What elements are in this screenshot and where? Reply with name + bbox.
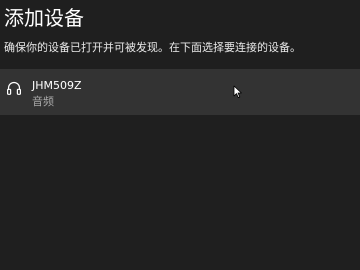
mouse-cursor-icon <box>233 84 243 98</box>
device-item[interactable]: JHM509Z 音频 <box>0 69 360 115</box>
device-type: 音频 <box>32 95 54 108</box>
page-title: 添加设备 <box>4 6 84 30</box>
headphones-icon <box>6 80 22 96</box>
device-name: JHM509Z <box>32 79 82 92</box>
instructions-text: 确保你的设备已打开并可被发现。在下面选择要连接的设备。 <box>4 41 301 54</box>
device-list: JHM509Z 音频 <box>0 69 360 115</box>
